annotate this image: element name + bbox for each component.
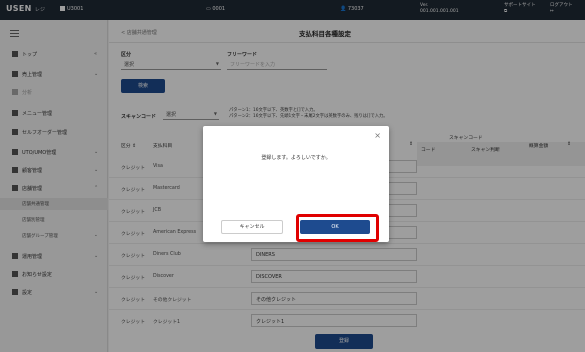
- close-icon[interactable]: ×: [374, 131, 381, 140]
- ok-highlight-frame: [296, 214, 379, 242]
- confirm-message: 登録します。よろしいですか。: [261, 155, 331, 161]
- cancel-button[interactable]: キャンセル: [221, 220, 283, 234]
